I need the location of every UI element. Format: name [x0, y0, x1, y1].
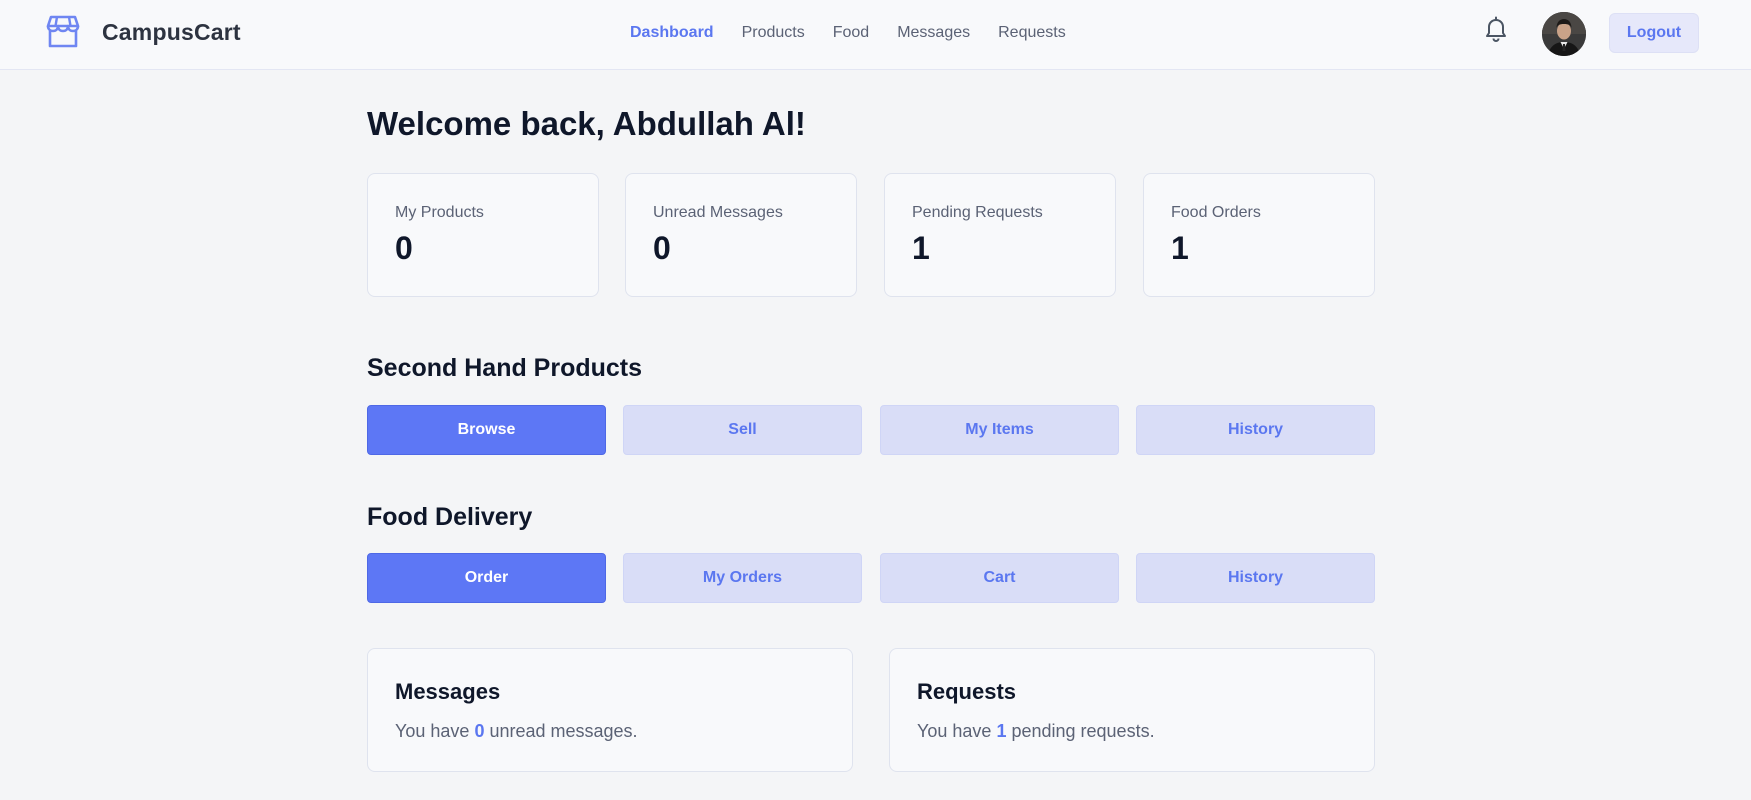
- stat-label: My Products: [395, 204, 484, 221]
- requests-card-title: Requests: [917, 679, 1017, 704]
- main-nav: Dashboard Products Food Messages Request…: [630, 22, 1094, 44]
- sell-button[interactable]: Sell: [623, 405, 862, 455]
- stat-card-my-products[interactable]: My Products 0: [367, 173, 599, 297]
- messages-prefix: You have: [395, 721, 470, 741]
- stat-label: Unread Messages: [653, 204, 783, 221]
- stat-value: 0: [395, 230, 413, 266]
- requests-suffix: pending requests.: [1011, 721, 1155, 741]
- cart-button[interactable]: Cart: [880, 553, 1119, 603]
- nav-requests[interactable]: Requests: [998, 22, 1066, 44]
- food-history-button[interactable]: History: [1136, 553, 1375, 603]
- product-history-button[interactable]: History: [1136, 405, 1375, 455]
- nav-dashboard[interactable]: Dashboard: [630, 22, 714, 44]
- food-actions: Order My Orders Cart History: [367, 553, 1375, 603]
- stat-label: Pending Requests: [912, 204, 1043, 221]
- my-orders-button[interactable]: My Orders: [623, 553, 862, 603]
- stat-value: 0: [653, 230, 671, 266]
- top-navigation-bar: CampusCart Dashboard Products Food Messa…: [0, 0, 1751, 70]
- storefront-icon: [46, 15, 80, 48]
- order-button[interactable]: Order: [367, 553, 606, 603]
- requests-prefix: You have: [917, 721, 992, 741]
- page-title: Welcome back, Abdullah Al!: [367, 105, 806, 142]
- stats-row: My Products 0 Unread Messages 0 Pending …: [367, 173, 1375, 297]
- messages-card-title: Messages: [395, 679, 501, 704]
- food-section-title: Food Delivery: [367, 503, 533, 531]
- second-hand-actions: Browse Sell My Items History: [367, 405, 1375, 455]
- my-items-button[interactable]: My Items: [880, 405, 1119, 455]
- stat-card-unread-messages[interactable]: Unread Messages 0: [625, 173, 857, 297]
- messages-suffix: unread messages.: [489, 721, 638, 741]
- requests-card-text: You have 1 pending requests.: [917, 721, 1155, 742]
- requests-card[interactable]: Requests You have 1 pending requests.: [889, 648, 1375, 772]
- nav-products[interactable]: Products: [742, 22, 805, 44]
- nav-messages[interactable]: Messages: [897, 22, 970, 44]
- stat-card-pending-requests[interactable]: Pending Requests 1: [884, 173, 1116, 297]
- stat-card-food-orders[interactable]: Food Orders 1: [1143, 173, 1375, 297]
- second-hand-section-title: Second Hand Products: [367, 354, 643, 382]
- logout-button[interactable]: Logout: [1609, 13, 1699, 53]
- user-avatar[interactable]: [1542, 12, 1586, 56]
- avatar-image: [1542, 12, 1586, 56]
- stat-label: Food Orders: [1171, 204, 1261, 221]
- messages-card-text: You have 0 unread messages.: [395, 721, 638, 742]
- pending-count: 1: [996, 721, 1007, 741]
- unread-count: 0: [474, 721, 485, 741]
- bell-icon[interactable]: [1484, 16, 1508, 44]
- stat-value: 1: [912, 230, 930, 266]
- stat-value: 1: [1171, 230, 1189, 266]
- brand[interactable]: CampusCart: [45, 14, 241, 50]
- messages-card[interactable]: Messages You have 0 unread messages.: [367, 648, 853, 772]
- browse-button[interactable]: Browse: [367, 405, 606, 455]
- nav-food[interactable]: Food: [833, 22, 869, 44]
- brand-name: CampusCart: [102, 18, 241, 45]
